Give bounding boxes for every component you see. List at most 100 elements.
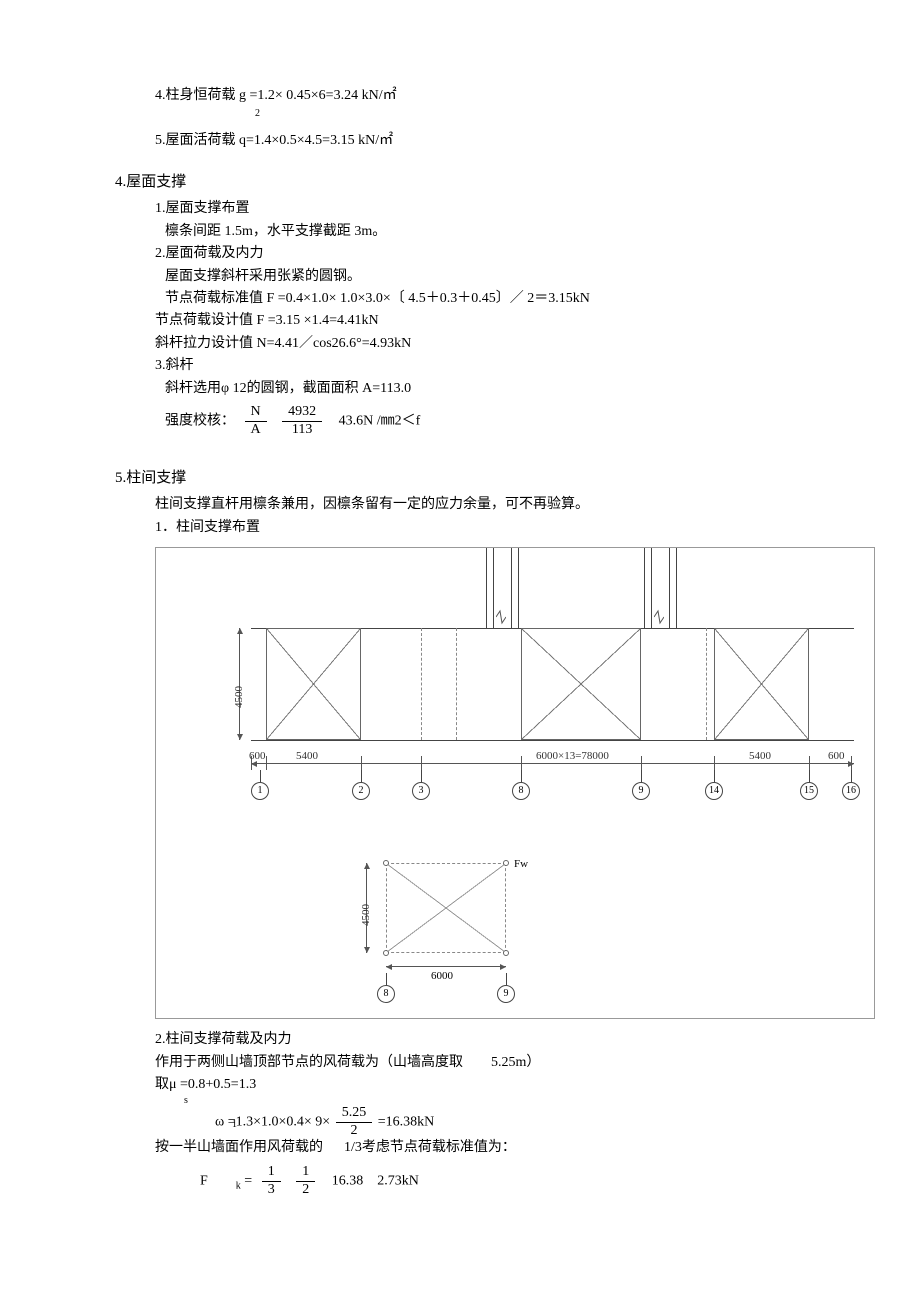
s5-p2-l5a: F — [200, 1173, 208, 1188]
node-circle-14: 14 — [705, 782, 723, 800]
frac-4932-113: 4932 113 — [282, 404, 322, 439]
frac-525-2: 5.25 2 — [336, 1105, 373, 1140]
tick-2 — [266, 756, 267, 770]
s4-p3-l2: 强度校核： N A 4932 113 43.6N /㎜2＜f — [0, 404, 920, 439]
bot-node-circle-8: 8 — [377, 985, 395, 1003]
s4-p1-head: 1.屋面支撑布置 — [0, 198, 920, 220]
bot-stem-9 — [506, 973, 507, 985]
tick-9 — [851, 756, 852, 770]
s4-p3-l1: 斜杆选用φ 12的圆钢，截面面积 A=113.0 — [0, 378, 920, 400]
stem-1 — [260, 770, 261, 782]
bot-vdim-label: 4500 — [358, 904, 376, 926]
stem-15 — [809, 770, 810, 782]
dashed-col-1 — [421, 628, 422, 740]
bot-hdim-label: 6000 — [431, 968, 453, 986]
frac-val-num: 4932 — [282, 404, 322, 422]
s5-intro: 柱间支撑直杆用檩条兼用，因檩条留有一定的应力余量，可不再验算。 — [0, 494, 920, 516]
section-4-title: 4.屋面支撑 — [0, 170, 920, 194]
s4-p2-l2: 节点荷载标准值 F =0.4×1.0× 1.0×3.0×〔 4.5＋0.3＋0.… — [0, 288, 920, 310]
stem-2 — [361, 770, 362, 782]
s4-p2-head: 2.屋面荷载及内力 — [0, 243, 920, 265]
node-circle-9: 9 — [632, 782, 650, 800]
s5-p2-l5: F k = 1 3 1 2 16.38 2.73kN — [0, 1164, 920, 1199]
s5-p2-l1a: 作用于两侧山墙顶部节点的风荷载为（山墙高度取 — [155, 1055, 463, 1070]
load-5-text: 5.屋面活荷载 q=1.4×0.5×4.5=3.15 kN/㎡ — [155, 133, 393, 148]
s5-p2-l2-sub-val: s — [184, 1095, 188, 1106]
xbracing-3 — [714, 628, 809, 740]
section-5-title: 5.柱间支撑 — [0, 466, 920, 490]
top-col-riser-1 — [486, 548, 494, 628]
xbracing-2 — [521, 628, 641, 740]
s4-strength-result: 43.6N /㎜2＜f — [339, 413, 421, 428]
s4-strength-label: 强度校核： — [165, 413, 235, 428]
node-circle-3: 3 — [412, 782, 430, 800]
node-circle-15: 15 — [800, 782, 818, 800]
tick-4 — [421, 756, 422, 770]
bot-hdim-line — [386, 966, 506, 967]
frac-1-2-den: 2 — [296, 1182, 315, 1199]
frac-N-A-den: A — [245, 422, 267, 439]
top-diagram: 4500 600 5400 600 — [156, 548, 874, 848]
stem-3 — [421, 770, 422, 782]
tick-7 — [714, 756, 715, 770]
frac-1-3-den: 3 — [262, 1182, 281, 1199]
dashed-col-3 — [706, 628, 707, 740]
s5-p2-l1: 作用于两侧山墙顶部节点的风荷载为（山墙高度取 5.25m） — [0, 1052, 920, 1074]
frac-1-2-num: 1 — [296, 1164, 315, 1182]
s5-p2-l2: 取μ =0.8+0.5=1.3 — [0, 1074, 920, 1096]
frac-val-den: 113 — [286, 422, 318, 439]
top-vdim-label: 4500 — [231, 686, 249, 708]
s4-p2-l1: 屋面支撑斜杆采用张紧的圆钢。 — [0, 266, 920, 288]
bot-node-br — [503, 950, 509, 956]
top-col-riser-2 — [511, 548, 519, 628]
load-5-line: 5.屋面活荷载 q=1.4×0.5×4.5=3.15 kN/㎡ — [0, 130, 920, 152]
s5-p2-l3-sub-val: 1 — [232, 1119, 237, 1130]
dim-600-right: 600 — [828, 748, 845, 766]
tick-6 — [641, 756, 642, 770]
bot-stem-8 — [386, 973, 387, 985]
bot-node-bl — [383, 950, 389, 956]
tick-5 — [521, 756, 522, 770]
s5-p2-l3-sub: 1 — [0, 1121, 920, 1127]
s5-p2-l5-mid: 16.38 — [332, 1173, 364, 1188]
bot-node-circle-9: 9 — [497, 985, 515, 1003]
s4-p2-l4: 斜杆拉力设计值 N=4.41／cos26.6°=4.93kN — [0, 333, 920, 355]
load-4-text: 4.柱身恒荷载 g =1.2× 0.45×6=3.24 kN/㎡ — [155, 88, 397, 103]
stem-16 — [851, 770, 852, 782]
s5-p2-l4: 按一半山墙面作用风荷载的 1/3考虑节点荷载标准值为： — [0, 1137, 920, 1159]
top-col-riser-4 — [669, 548, 677, 628]
top-col-riser-3 — [644, 548, 652, 628]
load-4-line: 4.柱身恒荷载 g =1.2× 0.45×6=3.24 kN/㎡ — [0, 85, 920, 107]
s5-p2-l5-sub: k — [236, 1180, 241, 1191]
tick-8 — [809, 756, 810, 770]
frac-1-2: 1 2 — [296, 1164, 315, 1199]
frac-1-3-num: 1 — [262, 1164, 281, 1182]
s5-p2-l2-text: 取μ =0.8+0.5=1.3 — [155, 1077, 256, 1092]
s5-p2-l5-eq: = — [244, 1173, 252, 1188]
frac-525-num: 5.25 — [336, 1105, 373, 1123]
dashed-col-2 — [456, 628, 457, 740]
diagram-container: 4500 600 5400 600 — [155, 547, 875, 1019]
s5-p2-l2-sub: s — [0, 1096, 920, 1104]
s4-p1-body: 檩条间距 1.5m，水平支撑截距 3m。 — [0, 221, 920, 243]
stem-8 — [521, 770, 522, 782]
frac-N-A-num: N — [245, 404, 267, 422]
s5-p2-l4b: 1/3考虑节点荷载标准值为： — [344, 1140, 516, 1155]
s4-p3-head: 3.斜杆 — [0, 355, 920, 377]
s5-p1: 1．柱间支撑布置 — [0, 517, 920, 539]
stem-14 — [714, 770, 715, 782]
break-icon-1 — [496, 608, 506, 626]
s5-p2-l5-end: 2.73kN — [377, 1173, 419, 1188]
bottom-diagram: 4500 Fw 6000 8 9 — [156, 848, 874, 1018]
frac-1-3: 1 3 — [262, 1164, 281, 1199]
s5-p2-l1b: 5.25m） — [491, 1055, 540, 1070]
s5-p2-l3b: =16.38kN — [378, 1114, 435, 1129]
break-icon-2 — [654, 608, 664, 626]
dim-5400-left: 5400 — [296, 748, 318, 766]
bot-node-tr — [503, 860, 509, 866]
node-circle-8: 8 — [512, 782, 530, 800]
dim-mid: 6000×13=78000 — [536, 748, 609, 766]
bottom-chord — [251, 740, 854, 741]
node-circle-1: 1 — [251, 782, 269, 800]
dim-600-left: 600 — [249, 748, 266, 766]
